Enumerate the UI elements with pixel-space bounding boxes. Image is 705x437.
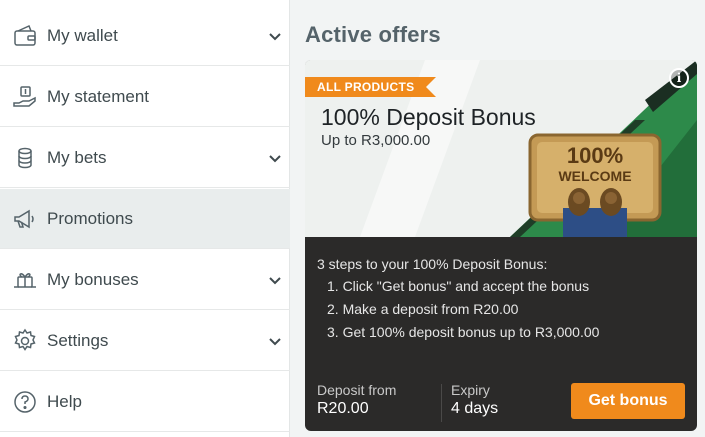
divider <box>441 384 442 422</box>
sidebar-item-my-wallet[interactable]: My wallet <box>0 6 290 66</box>
sidebar-item-label: My bonuses <box>47 269 139 289</box>
offer-banner: 100% WELCOME ALL PRODUCTS 100% Deposit B… <box>305 60 697 237</box>
sidebar-item-help[interactable]: Help <box>0 372 290 432</box>
offer-category-tag: ALL PRODUCTS <box>305 77 437 97</box>
steps-title: 3 steps to your 100% Deposit Bonus: <box>317 256 548 272</box>
chevron-down-icon <box>268 151 282 165</box>
info-icon[interactable]: i <box>669 68 689 88</box>
gear-icon <box>12 328 38 354</box>
megaphone-icon <box>12 206 38 232</box>
deposit-label: Deposit from <box>317 382 397 398</box>
chevron-down-icon <box>268 273 282 287</box>
expiry-label: Expiry <box>451 382 490 398</box>
sidebar-item-label: My statement <box>47 86 150 106</box>
page-title: Active offers <box>305 22 441 47</box>
statement-icon <box>12 84 38 110</box>
expiry-info: Expiry 4 days <box>451 382 498 418</box>
get-bonus-button[interactable]: Get bonus <box>571 383 685 419</box>
mat-text-top: 100% <box>567 143 623 168</box>
sidebar-item-promotions[interactable]: Promotions <box>0 189 290 249</box>
deposit-info: Deposit from R20.00 <box>317 382 396 418</box>
sidebar-item-label: My bets <box>47 147 107 167</box>
sidebar-item-my-statement[interactable]: My statement <box>0 67 290 127</box>
offer-footer: Deposit from R20.00 Expiry 4 days Get bo… <box>305 380 697 430</box>
chevron-down-icon <box>268 334 282 348</box>
bets-icon <box>12 145 38 171</box>
list-item: 1. Click "Get bonus" and accept the bonu… <box>327 278 590 294</box>
help-icon <box>12 389 38 415</box>
expiry-value: 4 days <box>451 400 499 417</box>
offer-card: 100% WELCOME ALL PRODUCTS 100% Deposit B… <box>305 60 697 431</box>
sidebar-item-label: Help <box>47 391 82 411</box>
offer-subtitle: Up to R3,000.00 <box>321 132 431 149</box>
deposit-value: R20.00 <box>317 400 369 417</box>
bonuses-icon <box>12 267 38 293</box>
main-content: Active offers 100% WELCOME ALL PRODUCTS … <box>291 0 705 437</box>
list-item: 2. Make a deposit from R20.00 <box>327 301 519 317</box>
account-sidebar: My wallet My statement My bets Promotion… <box>0 0 290 437</box>
steps-list: 1. Click "Get bonus" and accept the bonu… <box>317 275 685 344</box>
wallet-icon <box>12 23 38 49</box>
sidebar-item-label: Promotions <box>47 208 133 228</box>
sidebar-item-label: My wallet <box>47 25 118 45</box>
sidebar-item-label: Settings <box>47 330 109 350</box>
list-item: 3. Get 100% deposit bonus up to R3,000.0… <box>327 324 600 340</box>
sidebar-item-my-bonuses[interactable]: My bonuses <box>0 250 290 310</box>
mat-text-bottom: WELCOME <box>558 168 631 184</box>
offer-title: 100% Deposit Bonus <box>321 104 536 130</box>
sidebar-item-my-bets[interactable]: My bets <box>0 128 290 188</box>
sidebar-item-settings[interactable]: Settings <box>0 311 290 371</box>
chevron-down-icon <box>268 29 282 43</box>
